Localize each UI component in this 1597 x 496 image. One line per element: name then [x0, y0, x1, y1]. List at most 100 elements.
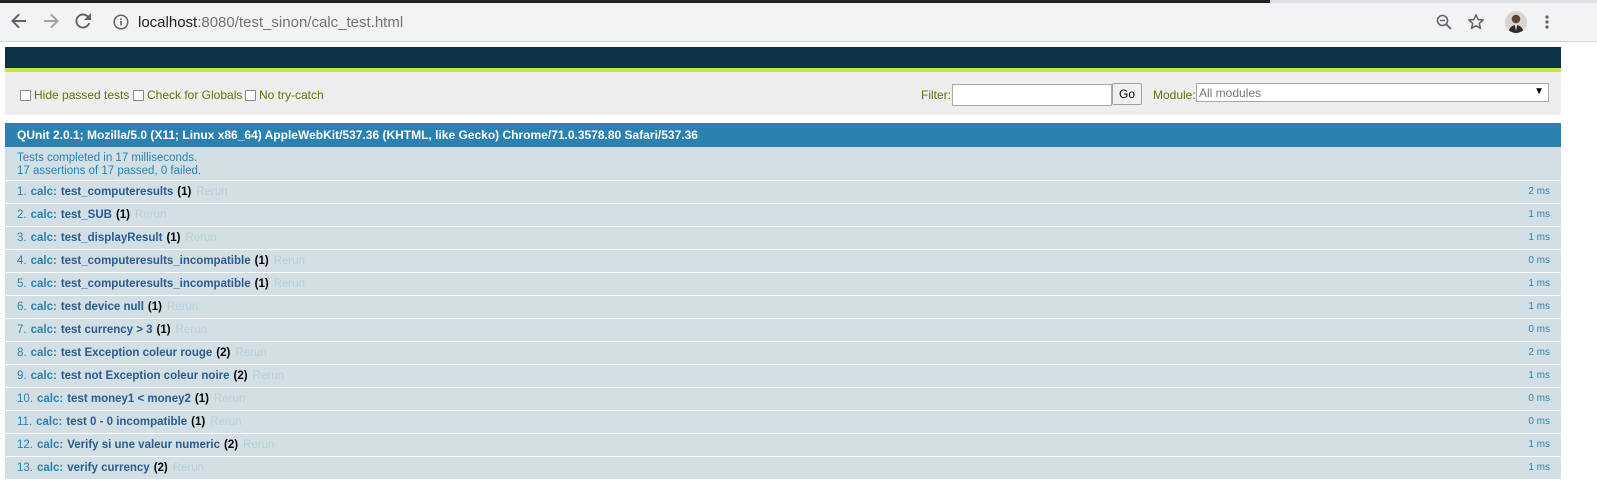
test-assert-count: (1)	[166, 232, 181, 244]
test-number: 5.	[17, 278, 27, 290]
rerun-link[interactable]: Rerun	[274, 255, 305, 267]
results-duration: Tests completed in 17 milliseconds.	[17, 152, 198, 164]
test-number: 4.	[17, 255, 27, 267]
test-item[interactable]: 10. calc: test money1 < money2 (1) Rerun…	[5, 388, 1561, 411]
rerun-link[interactable]: Rerun	[173, 462, 204, 474]
test-number: 7.	[17, 324, 27, 336]
test-item[interactable]: 5. calc: test_computeresults_incompatibl…	[5, 273, 1561, 296]
rerun-link[interactable]: Rerun	[186, 232, 217, 244]
test-item[interactable]: 13. calc: verify currency (2) Rerun 1 ms	[5, 457, 1561, 480]
menu-icon[interactable]	[1535, 10, 1559, 34]
rerun-link[interactable]: Rerun	[214, 393, 245, 405]
test-item[interactable]: 12. calc: Verify si une valeur numeric (…	[5, 434, 1561, 457]
test-assert-count: (1)	[115, 209, 131, 221]
avatar[interactable]	[1505, 11, 1527, 33]
rerun-link[interactable]: Rerun	[167, 301, 198, 313]
test-module: calc:	[30, 370, 57, 382]
url-path: :8080/test_sinon/calc_test.html	[197, 13, 404, 31]
no-try-catch-checkbox[interactable]: No try-catch	[245, 88, 324, 102]
test-item[interactable]: 9. calc: test not Exception coleur noire…	[5, 365, 1561, 388]
test-name[interactable]: test currency > 3	[61, 324, 153, 336]
test-assert-count: (1)	[147, 301, 162, 313]
test-module: calc:	[30, 301, 57, 313]
rerun-link[interactable]: Rerun	[253, 370, 284, 382]
checkbox-box[interactable]	[245, 89, 256, 101]
test-runtime: 1 ms	[1528, 370, 1550, 381]
test-item[interactable]: 1. calc: test_computeresults (1) Rerun 2…	[5, 181, 1561, 204]
test-assert-count: (2)	[153, 462, 168, 474]
module-select[interactable]: All modules ▼	[1196, 83, 1549, 102]
test-module: calc:	[30, 255, 57, 267]
rerun-link[interactable]: Rerun	[210, 416, 241, 428]
checkbox-box[interactable]	[133, 89, 144, 101]
test-name[interactable]: test_displayResult	[61, 232, 163, 244]
test-runtime: 1 ms	[1528, 462, 1550, 473]
test-name[interactable]: test money1 < money2	[67, 393, 191, 405]
dropdown-arrow-icon: ▼	[1534, 86, 1544, 97]
test-name[interactable]: test not Exception coleur noire	[61, 370, 230, 382]
test-assert-count: (1)	[254, 255, 269, 267]
test-runtime: 1 ms	[1528, 301, 1550, 312]
test-number: 6.	[17, 301, 27, 313]
test-item[interactable]: 4. calc: test_computeresults_incompatibl…	[5, 250, 1561, 273]
module-select-value: All modules	[1199, 85, 1262, 100]
rerun-link[interactable]: Rerun	[243, 439, 274, 451]
go-button[interactable]: Go	[1112, 83, 1142, 105]
test-module: calc:	[30, 209, 57, 221]
back-icon[interactable]	[7, 9, 31, 33]
test-number: 2.	[17, 209, 27, 221]
test-name[interactable]: test Exception coleur rouge	[61, 347, 212, 359]
hide-passed-checkbox[interactable]: Hide passed tests	[20, 88, 129, 102]
test-module: calc:	[30, 232, 57, 244]
test-item[interactable]: 6. calc: test device null (1) Rerun 1 ms	[5, 296, 1561, 319]
test-item[interactable]: 7. calc: test currency > 3 (1) Rerun 0 m…	[5, 319, 1561, 342]
check-globals-checkbox[interactable]: Check for Globals	[133, 88, 242, 102]
test-assert-count: (1)	[156, 324, 171, 336]
star-icon[interactable]	[1464, 10, 1488, 34]
check-globals-label: Check for Globals	[147, 88, 243, 102]
test-module: calc:	[30, 347, 57, 359]
test-name[interactable]: test_computeresults	[61, 186, 173, 198]
test-assert-count: (2)	[233, 370, 248, 382]
test-runtime: 0 ms	[1528, 324, 1550, 335]
browser-toolbar: localhost :8080/test_sinon/calc_test.htm…	[0, 3, 1597, 42]
url-host: localhost	[138, 13, 198, 31]
address-bar[interactable]: localhost :8080/test_sinon/calc_test.htm…	[112, 7, 1412, 37]
filter-input[interactable]	[952, 84, 1112, 106]
rerun-link[interactable]: Rerun	[196, 186, 227, 198]
reload-icon[interactable]	[71, 9, 95, 33]
test-runtime: 1 ms	[1528, 232, 1550, 243]
rerun-link[interactable]: Rerun	[235, 347, 266, 359]
test-name[interactable]: test_SUB	[61, 209, 112, 221]
test-name[interactable]: test_computeresults_incompatible	[61, 255, 251, 267]
qunit-tests: 1. calc: test_computeresults (1) Rerun 2…	[5, 181, 1561, 480]
forward-icon[interactable]	[39, 9, 63, 33]
rerun-link[interactable]: Rerun	[135, 209, 166, 221]
rerun-link[interactable]: Rerun	[274, 278, 305, 290]
test-runtime: 2 ms	[1528, 347, 1550, 358]
test-item[interactable]: 2. calc: test_SUB (1) Rerun 1 ms	[5, 204, 1561, 227]
zoom-icon[interactable]	[1432, 10, 1456, 34]
test-module: calc:	[30, 324, 57, 336]
filter-label: Filter:	[921, 88, 951, 102]
test-runtime: 0 ms	[1528, 255, 1550, 266]
test-number: 1.	[17, 186, 27, 198]
test-item[interactable]: 11. calc: test 0 - 0 incompatible (1) Re…	[5, 411, 1561, 434]
test-assert-count: (1)	[254, 278, 269, 290]
test-number: 13.	[17, 462, 33, 474]
test-item[interactable]: 3. calc: test_displayResult (1) Rerun 1 …	[5, 227, 1561, 250]
test-runtime: 0 ms	[1528, 393, 1550, 404]
module-label: Module:	[1153, 88, 1196, 102]
test-name[interactable]: Verify si une valeur numeric	[67, 439, 220, 451]
info-icon[interactable]	[112, 13, 130, 31]
checkbox-box[interactable]	[20, 89, 31, 101]
test-number: 3.	[17, 232, 27, 244]
test-item[interactable]: 8. calc: test Exception coleur rouge (2)…	[5, 342, 1561, 365]
test-runtime: 1 ms	[1528, 439, 1550, 450]
qunit-banner	[5, 47, 1561, 72]
test-name[interactable]: test 0 - 0 incompatible	[66, 416, 187, 428]
rerun-link[interactable]: Rerun	[176, 324, 207, 336]
test-name[interactable]: test_computeresults_incompatible	[61, 278, 251, 290]
test-name[interactable]: verify currency	[67, 462, 149, 474]
test-name[interactable]: test device null	[61, 301, 144, 313]
